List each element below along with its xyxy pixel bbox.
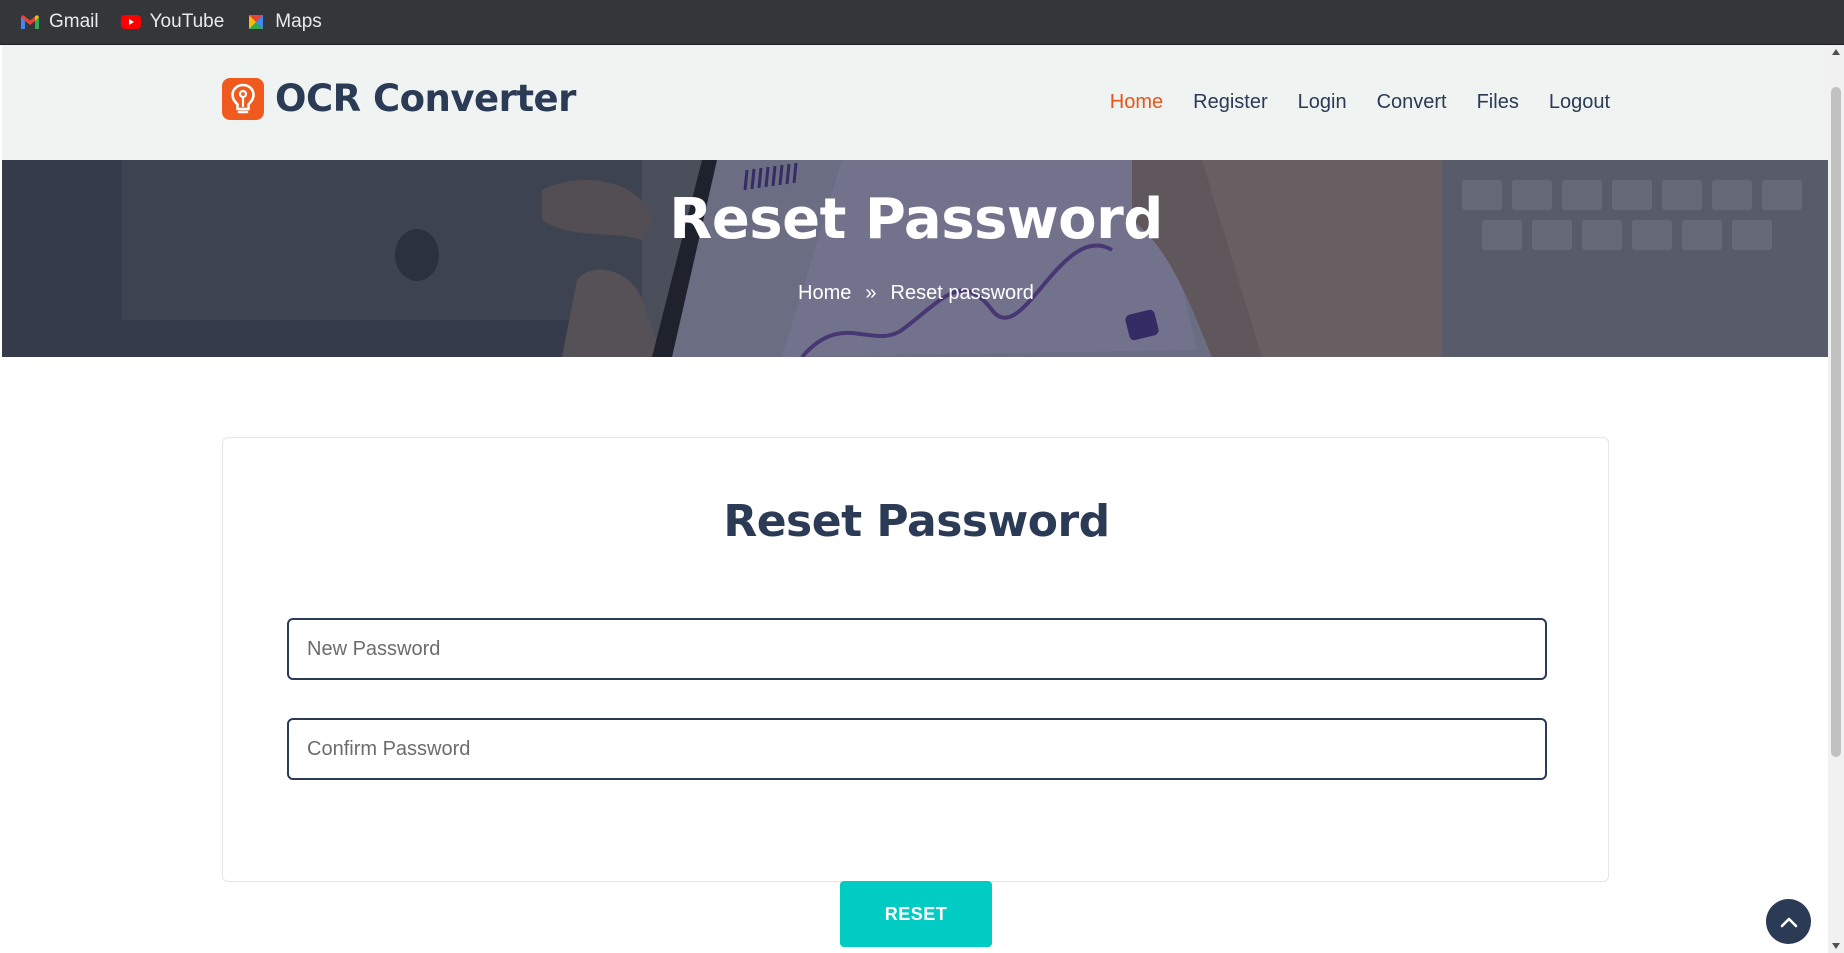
brand-name: OCR Converter [275,77,576,120]
nav-login[interactable]: Login [1298,91,1347,114]
nav-files[interactable]: Files [1477,91,1519,114]
chevron-up-icon [1780,916,1798,928]
nav-logout[interactable]: Logout [1549,91,1610,114]
form-title: Reset Password [723,496,1110,547]
scrollbar-thumb[interactable] [1831,87,1841,757]
breadcrumb-current: Reset password [890,282,1034,304]
breadcrumb-separator-icon: » [865,282,877,304]
reset-button[interactable]: RESET [840,881,992,947]
maps-icon [246,12,266,32]
confirm-password-input[interactable] [287,718,1547,780]
hero-banner: Reset Password Home » Reset password [2,160,1830,357]
nav-register[interactable]: Register [1193,91,1267,114]
nav-convert[interactable]: Convert [1377,91,1447,114]
bookmark-maps[interactable]: Maps [246,11,322,33]
bookmark-label: YouTube [149,11,225,32]
main-nav: Home Register Login Convert Files Logout [1080,45,1610,160]
breadcrumb: Home » Reset password [2,282,1830,305]
gmail-icon [20,12,40,32]
bookmark-youtube[interactable]: YouTube [120,11,225,33]
scroll-up-arrow-icon[interactable] [1832,49,1840,55]
brand-link[interactable]: OCR Converter [222,77,576,120]
bookmark-label: Gmail [49,11,99,32]
page-scrollbar[interactable] [1828,45,1844,953]
nav-home[interactable]: Home [1110,91,1163,114]
bookmark-gmail[interactable]: Gmail [20,11,99,33]
bookmark-label: Maps [275,11,322,32]
breadcrumb-home[interactable]: Home [798,282,851,305]
scroll-down-arrow-icon[interactable] [1832,943,1840,949]
new-password-input[interactable] [287,618,1547,680]
back-to-top-button[interactable] [1766,899,1811,944]
site-header: OCR Converter Home Register Login Conver… [2,45,1830,160]
bookmarks-bar: Gmail YouTube Maps [0,0,1844,45]
lightbulb-icon [222,77,264,120]
page-viewport: OCR Converter Home Register Login Conver… [2,45,1830,953]
youtube-icon [120,12,141,32]
reset-password-card: Reset Password [222,437,1609,882]
hero-title: Reset Password [669,187,1163,252]
